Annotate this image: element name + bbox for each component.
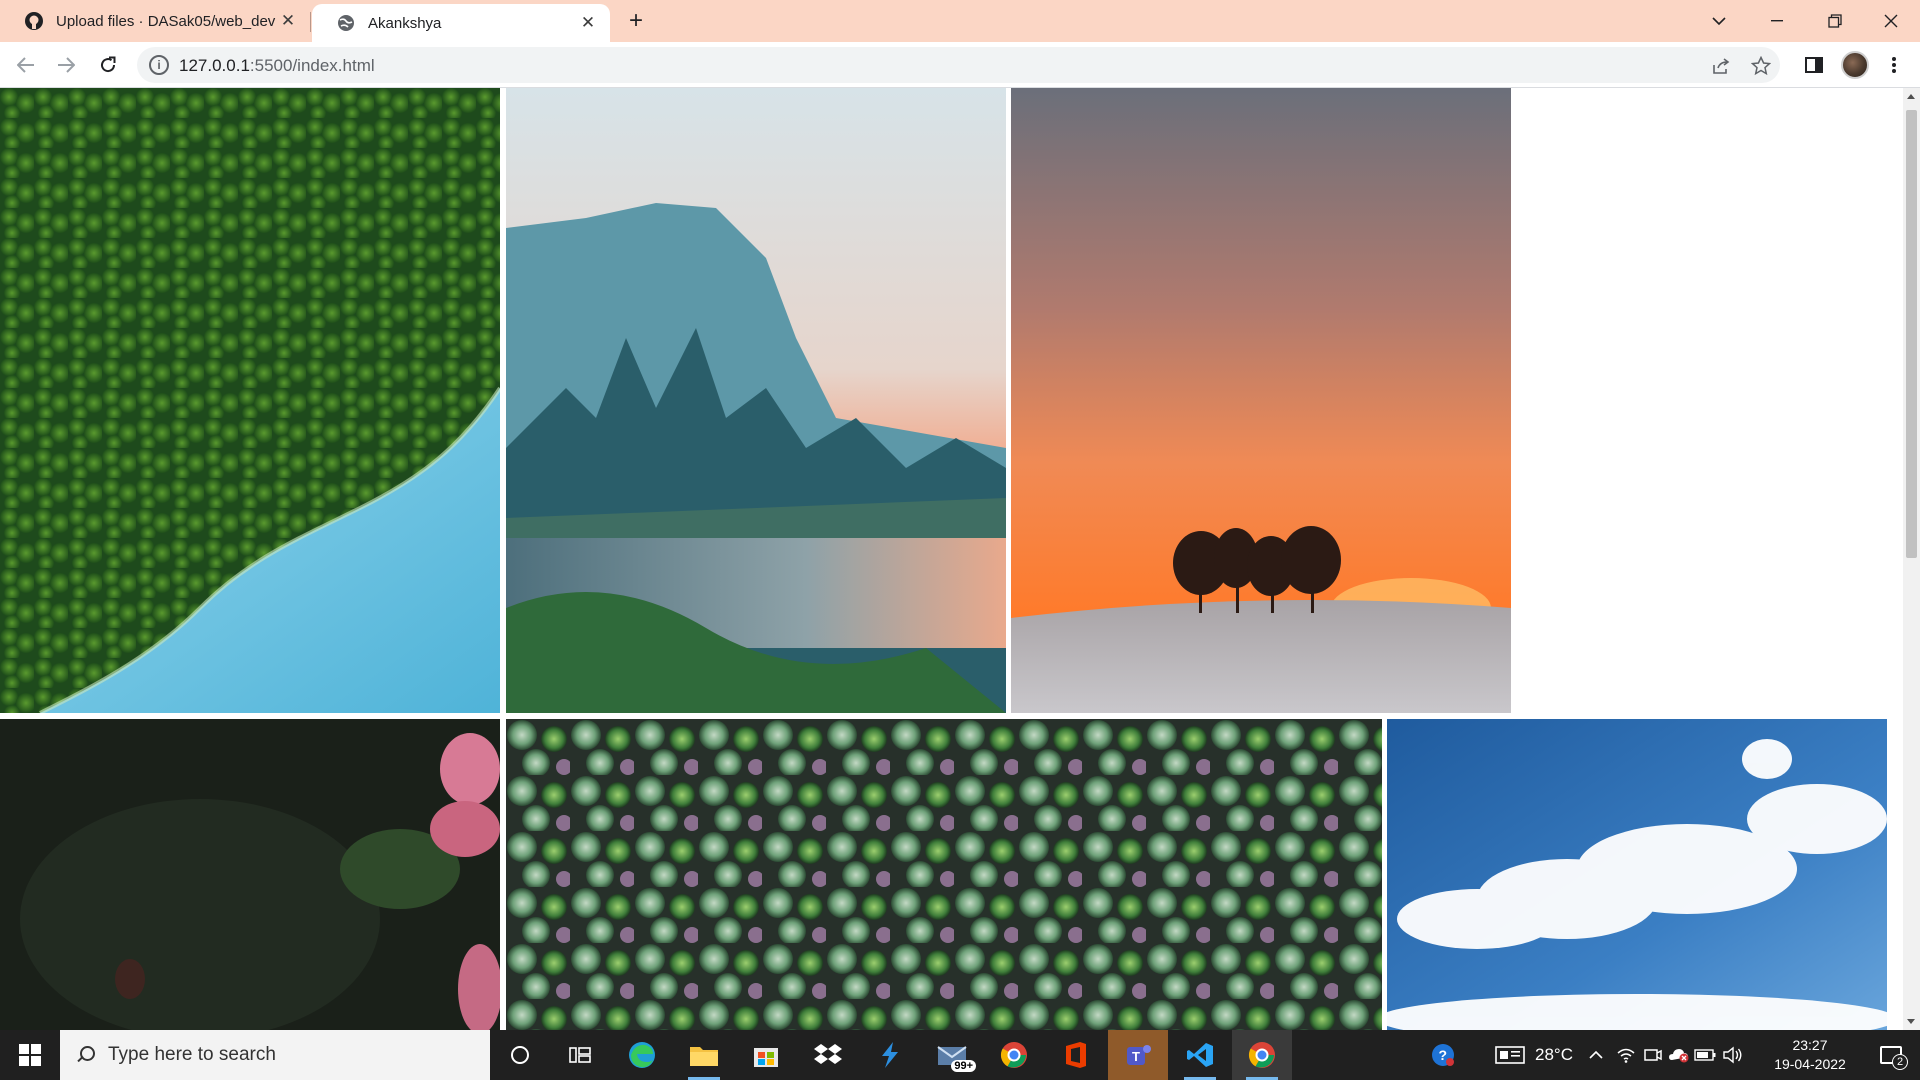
edge-browser-icon[interactable] <box>612 1030 672 1080</box>
gallery-image-aerial-forest-river[interactable] <box>0 88 500 713</box>
tab-search-chevron-icon[interactable] <box>1690 0 1748 42</box>
gallery-image-sunset-trees-snow[interactable] <box>1011 88 1511 713</box>
dropbox-icon[interactable] <box>798 1030 858 1080</box>
gallery-image-misty-mountain-river[interactable] <box>506 88 1006 713</box>
news-icon <box>1495 1046 1525 1064</box>
file-explorer-icon[interactable] <box>674 1030 734 1080</box>
notification-count: 2 <box>1892 1054 1908 1070</box>
browser-toolbar: i 127.0.0.1:5500/index.html <box>0 42 1920 88</box>
share-icon[interactable] <box>1710 54 1734 78</box>
office-icon[interactable] <box>1046 1030 1106 1080</box>
site-info-icon[interactable]: i <box>149 55 169 75</box>
tab-title: Akankshya <box>368 14 442 32</box>
search-icon <box>76 1046 95 1064</box>
tab-upload-files[interactable]: Upload files · DASak05/web_dev ✕ <box>0 0 310 42</box>
minimize-button[interactable] <box>1748 0 1806 42</box>
task-view-icon[interactable] <box>550 1030 610 1080</box>
profile-avatar[interactable] <box>1840 51 1870 79</box>
back-button[interactable] <box>12 51 40 79</box>
weather-temperature: 28°C <box>1535 1045 1573 1064</box>
microsoft-store-icon[interactable] <box>736 1030 796 1080</box>
scrollbar-thumb[interactable] <box>1906 110 1917 558</box>
tray-chevron-up-icon[interactable] <box>1584 1030 1608 1080</box>
start-button[interactable] <box>0 1030 60 1080</box>
forward-button[interactable] <box>52 51 80 79</box>
teams-icon[interactable]: T <box>1108 1030 1168 1080</box>
tab-title: Upload files · DASak05/web_dev <box>56 12 276 30</box>
azure-vpn-icon[interactable] <box>860 1030 920 1080</box>
mail-icon[interactable]: 99+ <box>922 1030 982 1080</box>
gallery-image-pink-flower-dark[interactable] <box>0 719 500 1030</box>
taskbar-search-box[interactable]: Type here to search <box>60 1030 490 1080</box>
clock-time: 23:27 <box>1792 1037 1828 1053</box>
globe-icon <box>336 13 356 33</box>
tab-separator <box>310 12 311 32</box>
taskbar-clock[interactable]: 23:27 19-04-2022 <box>1760 1036 1860 1074</box>
cortana-icon[interactable] <box>490 1030 550 1080</box>
scroll-up-arrow-icon[interactable] <box>1907 94 1915 99</box>
battery-icon[interactable] <box>1692 1030 1718 1080</box>
url-text: 127.0.0.1:5500/index.html <box>179 56 375 75</box>
notification-center-button[interactable]: 2 <box>1866 1030 1916 1080</box>
close-window-button[interactable] <box>1862 0 1920 42</box>
windows-logo-icon <box>19 1044 41 1066</box>
tab-akankshya[interactable]: Akankshya ✕ <box>312 4 610 42</box>
close-tab-icon[interactable]: ✕ <box>576 11 600 35</box>
page-scrollbar[interactable] <box>1903 88 1920 1030</box>
reload-button[interactable] <box>94 51 122 79</box>
page-viewport <box>0 88 1920 1030</box>
restore-button[interactable] <box>1806 0 1864 42</box>
side-panel-icon[interactable] <box>1800 51 1828 79</box>
github-icon <box>24 11 44 31</box>
onedrive-error-icon[interactable] <box>1666 1030 1692 1080</box>
new-tab-button[interactable]: + <box>622 7 650 35</box>
chrome-running-icon[interactable] <box>1232 1030 1292 1080</box>
svg-text:?: ? <box>1439 1047 1448 1063</box>
browser-tab-strip: Upload files · DASak05/web_dev ✕ Akanksh… <box>0 0 1920 42</box>
volume-icon[interactable] <box>1718 1030 1748 1080</box>
chrome-icon[interactable] <box>984 1030 1044 1080</box>
weather-widget[interactable]: 28°C <box>1484 1030 1584 1080</box>
search-placeholder: Type here to search <box>108 1044 276 1065</box>
gallery-image-blue-sky-clouds[interactable] <box>1387 719 1887 1030</box>
gallery-image-succulents-grid[interactable] <box>506 719 1382 1030</box>
scroll-down-arrow-icon[interactable] <box>1907 1019 1915 1024</box>
vscode-icon[interactable] <box>1170 1030 1230 1080</box>
menu-kebab-icon[interactable] <box>1882 51 1906 79</box>
meet-now-icon[interactable] <box>1640 1030 1666 1080</box>
close-tab-icon[interactable]: ✕ <box>276 9 300 33</box>
help-icon[interactable]: ? <box>1420 1030 1466 1080</box>
address-bar[interactable]: i 127.0.0.1:5500/index.html <box>137 47 1780 83</box>
windows-taskbar: Type here to search 99+ T ? 28°C 23:27 1… <box>0 1030 1920 1080</box>
bookmark-star-icon[interactable] <box>1749 54 1773 78</box>
mail-unread-badge: 99+ <box>951 1060 976 1072</box>
svg-text:T: T <box>1132 1049 1140 1064</box>
clock-date: 19-04-2022 <box>1774 1056 1846 1072</box>
notification-icon: 2 <box>1880 1046 1908 1070</box>
wifi-icon[interactable] <box>1612 1030 1640 1080</box>
